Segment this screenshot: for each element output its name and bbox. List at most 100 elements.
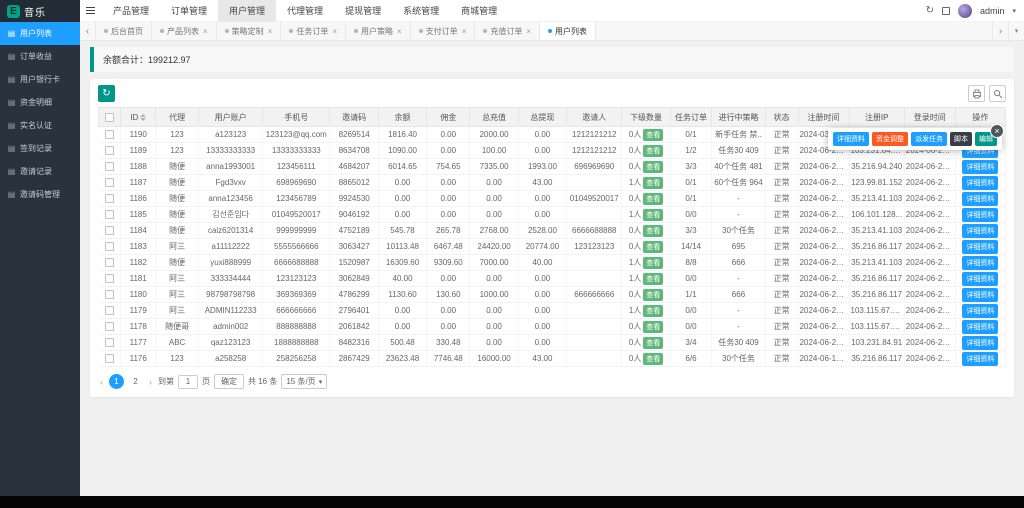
row-checkbox[interactable] [105, 194, 114, 203]
detail-button[interactable]: 详细资料 [833, 132, 869, 146]
view-button[interactable]: 查看 [643, 305, 663, 317]
view-button[interactable]: 查看 [643, 321, 663, 333]
tab-scroll-left-icon[interactable]: ‹ [80, 22, 96, 40]
tab-close-icon[interactable]: × [332, 27, 337, 36]
row-checkbox[interactable] [105, 322, 114, 331]
prev-page-icon[interactable]: ‹ [98, 377, 105, 387]
view-button[interactable]: 查看 [643, 145, 663, 157]
row-checkbox[interactable] [105, 226, 114, 235]
sidebar-item[interactable]: ▤邀请记录 [0, 160, 80, 183]
topnav-item[interactable]: 提现管理 [334, 0, 392, 22]
row-checkbox[interactable] [105, 178, 114, 187]
sidebar-item[interactable]: ▤用户列表 [0, 22, 80, 45]
sort-icon[interactable] [140, 114, 146, 121]
sort-asc-icon[interactable] [140, 114, 146, 117]
username-label[interactable]: admin [980, 6, 1005, 16]
sidebar-item[interactable]: ▤实名认证 [0, 114, 80, 137]
tab-item[interactable]: 产品列表× [152, 22, 217, 40]
fullscreen-icon[interactable] [942, 7, 950, 15]
row-checkbox[interactable] [105, 210, 114, 219]
row-checkbox[interactable] [105, 354, 114, 363]
row-checkbox[interactable] [105, 306, 114, 315]
detail-button[interactable]: 详细资料 [962, 304, 998, 318]
tab-scroll-right-icon[interactable]: › [992, 22, 1008, 40]
row-checkbox[interactable] [105, 242, 114, 251]
page-button[interactable]: 1 [109, 374, 124, 389]
view-button[interactable]: 查看 [643, 209, 663, 221]
tab-item[interactable]: 用户策略× [346, 22, 411, 40]
next-page-icon[interactable]: › [147, 377, 154, 387]
close-icon[interactable]: × [990, 124, 1004, 138]
fund-adjust-button[interactable]: 资金调整 [872, 132, 908, 146]
detail-button[interactable]: 详细资料 [962, 208, 998, 222]
table-refresh-button[interactable]: ↻ [98, 85, 115, 102]
row-checkbox[interactable] [105, 258, 114, 267]
tab-close-icon[interactable]: × [397, 27, 402, 36]
select-all-checkbox[interactable] [105, 113, 114, 122]
detail-button[interactable]: 详细资料 [962, 240, 998, 254]
page-button[interactable]: 2 [128, 374, 143, 389]
confirm-page-button[interactable]: 确定 [214, 374, 244, 389]
tab-item[interactable]: 后台首页 [96, 22, 152, 40]
search-icon[interactable] [989, 85, 1006, 102]
detail-button[interactable]: 详细资料 [962, 224, 998, 238]
row-checkbox[interactable] [105, 290, 114, 299]
tab-close-icon[interactable]: × [526, 27, 531, 36]
sidebar-item[interactable]: ▤资金明细 [0, 91, 80, 114]
view-button[interactable]: 查看 [643, 225, 663, 237]
topnav-item[interactable]: 代理管理 [276, 0, 334, 22]
refresh-icon[interactable]: ↻ [926, 6, 934, 16]
sidebar-item[interactable]: ▤签到记录 [0, 137, 80, 160]
script-button[interactable]: 脚本 [950, 132, 972, 146]
topnav-item[interactable]: 系统管理 [392, 0, 450, 22]
sidebar-item[interactable]: ▤订单收益 [0, 45, 80, 68]
row-checkbox[interactable] [105, 338, 114, 347]
menu-toggle-icon[interactable] [80, 0, 102, 22]
avatar[interactable] [958, 4, 972, 18]
view-button[interactable]: 查看 [643, 289, 663, 301]
detail-button[interactable]: 详细资料 [962, 352, 998, 366]
row-checkbox[interactable] [105, 162, 114, 171]
tab-item[interactable]: 用户列表 [540, 22, 596, 40]
detail-button[interactable]: 详细资料 [962, 256, 998, 270]
tab-item[interactable]: 策略定制× [217, 22, 282, 40]
row-checkbox[interactable] [105, 146, 114, 155]
topnav-item[interactable]: 商城管理 [450, 0, 508, 22]
view-button[interactable]: 查看 [643, 177, 663, 189]
view-button[interactable]: 查看 [643, 161, 663, 173]
detail-button[interactable]: 详细资料 [962, 160, 998, 174]
sidebar-item[interactable]: ▤邀请码管理 [0, 183, 80, 206]
tab-item[interactable]: 任务订单× [281, 22, 346, 40]
detail-button[interactable]: 详细资料 [962, 192, 998, 206]
tab-item[interactable]: 支付订单× [411, 22, 476, 40]
per-page-select[interactable]: 15 条/页▾ [281, 374, 327, 389]
detail-button[interactable]: 详细资料 [962, 176, 998, 190]
tab-item[interactable]: 充值订单× [475, 22, 540, 40]
tab-menu-icon[interactable]: ▾ [1008, 22, 1024, 40]
topnav-item[interactable]: 产品管理 [102, 0, 160, 22]
print-icon[interactable] [968, 85, 985, 102]
dispatch-task-button[interactable]: 派发任务 [911, 132, 947, 146]
goto-page-input[interactable] [178, 375, 198, 389]
chevron-down-icon[interactable]: ▾ [1012, 7, 1016, 15]
tab-close-icon[interactable]: × [462, 27, 467, 36]
view-button[interactable]: 查看 [643, 353, 663, 365]
detail-button[interactable]: 详细资料 [962, 320, 998, 334]
row-checkbox[interactable] [105, 274, 114, 283]
view-button[interactable]: 查看 [643, 337, 663, 349]
detail-button[interactable]: 详细资料 [962, 336, 998, 350]
detail-button[interactable]: 详细资料 [962, 272, 998, 286]
view-button[interactable]: 查看 [643, 241, 663, 253]
topnav-item[interactable]: 用户管理 [218, 0, 276, 22]
view-button[interactable]: 查看 [643, 257, 663, 269]
view-button[interactable]: 查看 [643, 193, 663, 205]
topnav-item[interactable]: 订单管理 [160, 0, 218, 22]
tab-close-icon[interactable]: × [203, 27, 208, 36]
view-button[interactable]: 查看 [643, 273, 663, 285]
tab-close-icon[interactable]: × [268, 27, 273, 36]
view-button[interactable]: 查看 [643, 129, 663, 141]
app-logo[interactable]: E 音乐 [0, 0, 80, 22]
detail-button[interactable]: 详细资料 [962, 288, 998, 302]
sidebar-item[interactable]: ▤用户银行卡 [0, 68, 80, 91]
sort-desc-icon[interactable] [140, 118, 146, 121]
